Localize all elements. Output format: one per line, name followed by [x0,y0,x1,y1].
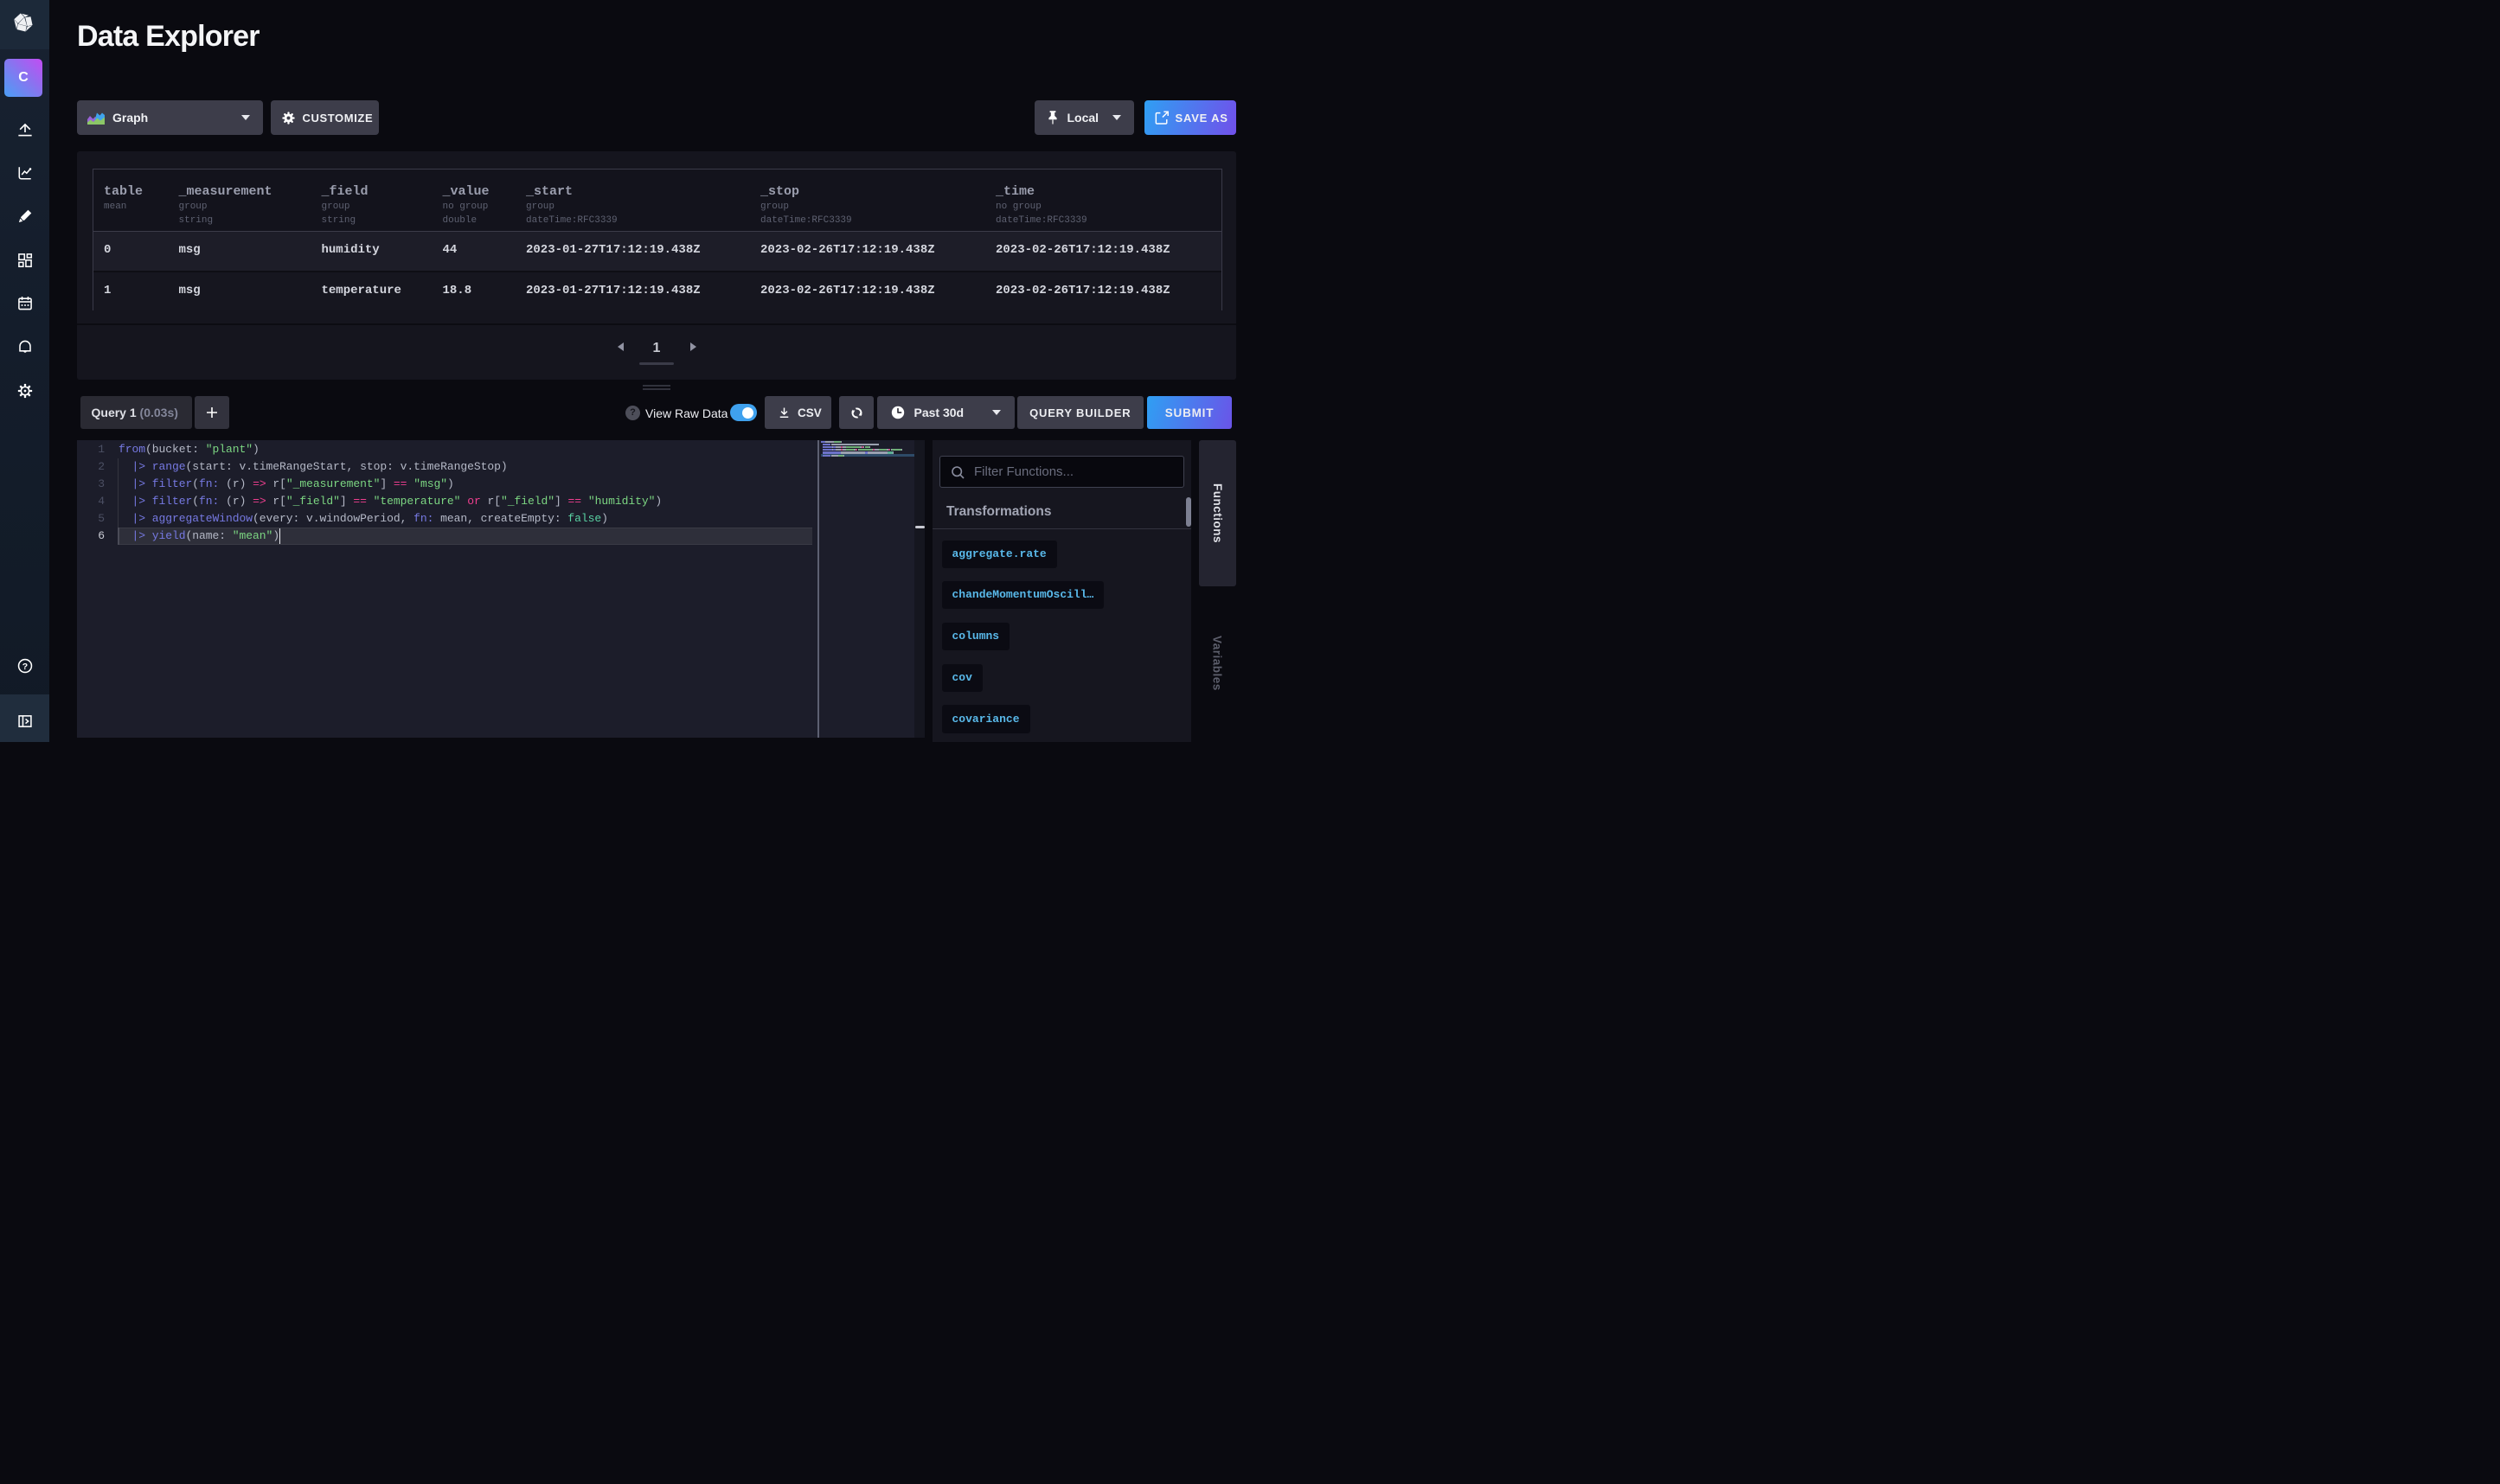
svg-text:?: ? [22,662,27,671]
